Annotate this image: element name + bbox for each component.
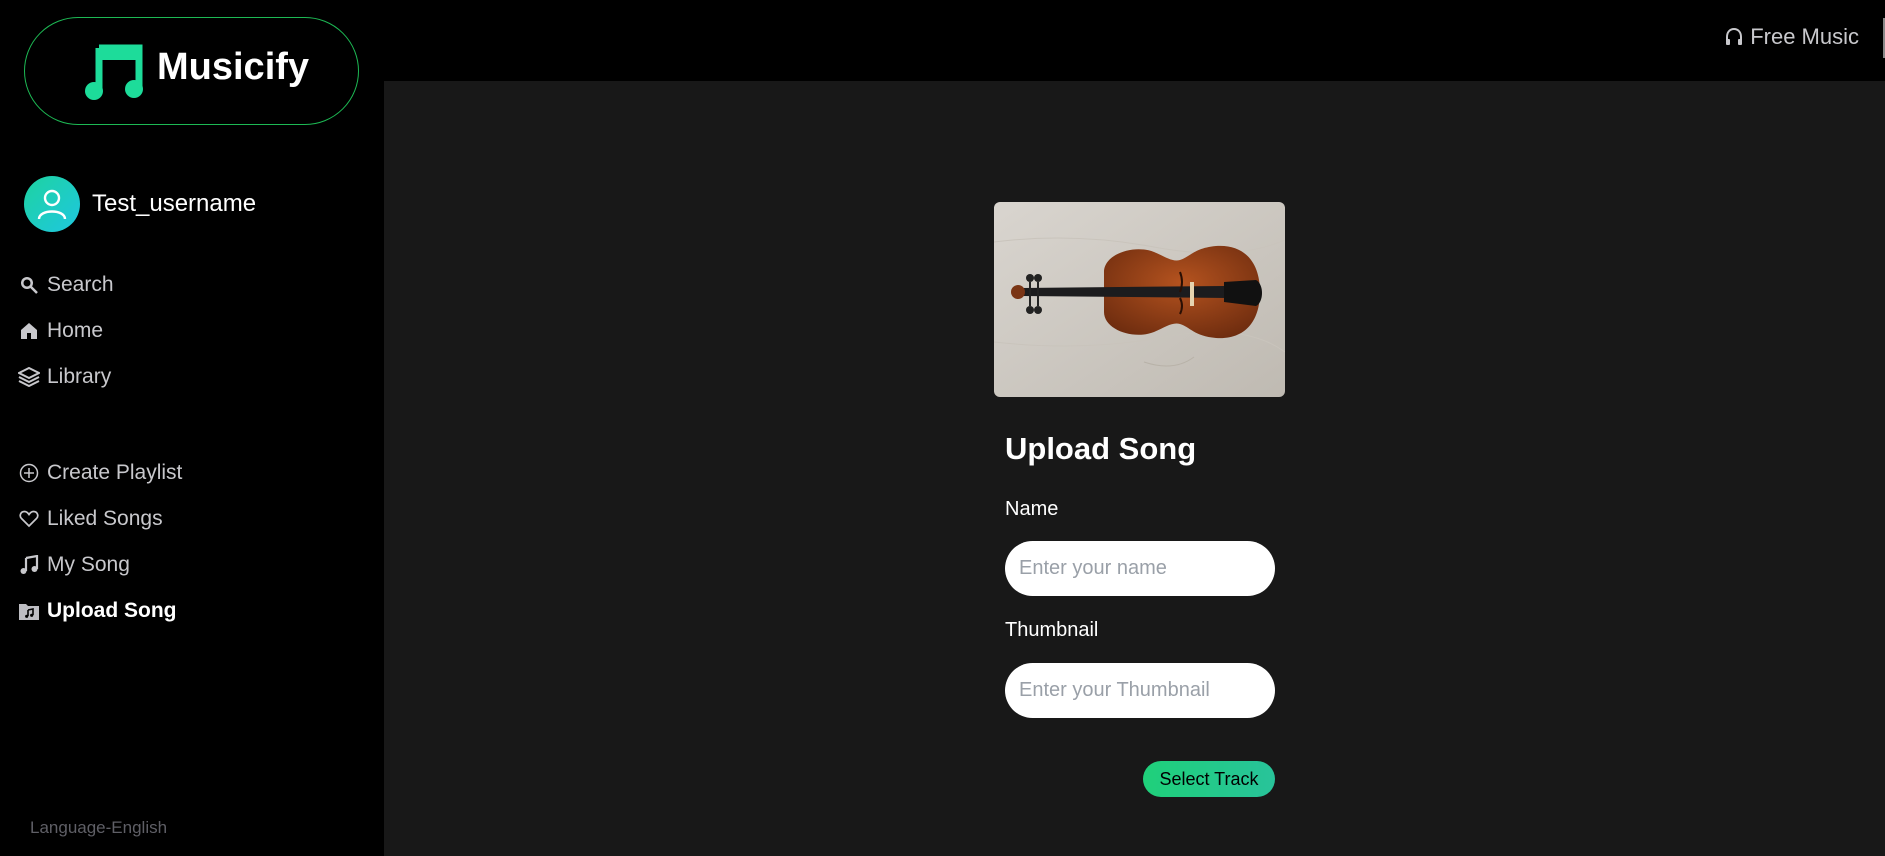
top-header: Free Music <box>384 0 1885 81</box>
primary-nav: Search Home Library <box>18 262 114 400</box>
secondary-nav: Create Playlist Liked Songs My Song Uplo… <box>18 450 182 634</box>
main-content: Upload Song Name Thumbnail Select Track <box>384 81 1885 856</box>
layers-icon <box>18 366 40 388</box>
nav-item-upload-song[interactable]: Upload Song <box>18 588 182 634</box>
user-profile[interactable]: Test_username <box>24 176 256 232</box>
music-note-logo-icon <box>85 44 143 100</box>
select-track-button[interactable]: Select Track <box>1143 761 1275 797</box>
nav-label-library: Library <box>47 365 112 388</box>
nav-item-search[interactable]: Search <box>18 262 114 308</box>
language-selector[interactable]: Language-English <box>30 818 167 838</box>
search-icon <box>18 274 40 296</box>
nav-item-home[interactable]: Home <box>18 308 114 354</box>
sidebar: Musicify Test_username Search Home Libra… <box>0 0 384 856</box>
headphones-icon <box>1724 27 1744 47</box>
thumbnail-label: Thumbnail <box>1005 619 1099 641</box>
home-icon <box>18 320 40 342</box>
thumbnail-input[interactable] <box>1005 663 1275 718</box>
nav-label-create-playlist: Create Playlist <box>47 461 183 484</box>
upload-title: Upload Song <box>1005 431 1197 466</box>
name-label: Name <box>1005 498 1059 520</box>
music-folder-icon <box>18 600 40 622</box>
plus-circle-icon <box>18 462 40 484</box>
app-root: Musicify Test_username Search Home Libra… <box>0 0 1885 856</box>
nav-item-library[interactable]: Library <box>18 354 114 400</box>
heart-icon <box>18 508 40 530</box>
brand-name: Musicify <box>157 46 310 88</box>
nav-item-my-song[interactable]: My Song <box>18 542 182 588</box>
nav-label-home: Home <box>47 319 104 342</box>
music-note-icon <box>18 554 40 576</box>
user-icon <box>37 189 67 220</box>
nav-item-liked-songs[interactable]: Liked Songs <box>18 496 182 542</box>
brand-logo[interactable]: Musicify <box>24 17 359 125</box>
violin-image <box>994 202 1285 397</box>
upload-thumbnail-image <box>994 202 1285 397</box>
nav-label-liked-songs: Liked Songs <box>47 507 163 530</box>
name-input[interactable] <box>1005 541 1275 596</box>
avatar[interactable] <box>24 176 80 232</box>
free-music-label: Free Music <box>1750 24 1859 49</box>
nav-item-create-playlist[interactable]: Create Playlist <box>18 450 182 496</box>
free-music-link[interactable]: Free Music <box>1724 24 1859 50</box>
nav-label-upload-song: Upload Song <box>47 599 177 622</box>
nav-label-my-song: My Song <box>47 553 130 576</box>
nav-label-search: Search <box>47 273 114 296</box>
username: Test_username <box>92 190 257 217</box>
